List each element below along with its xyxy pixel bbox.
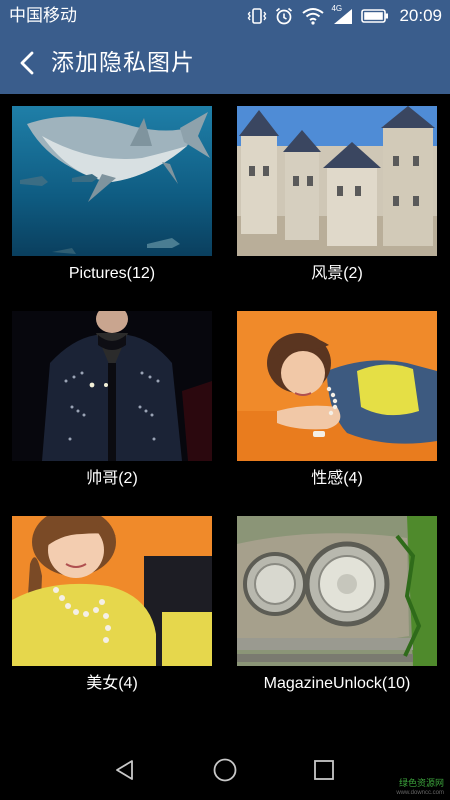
home-circle-icon: [213, 758, 237, 782]
album-label: MagazineUnlock(10): [263, 675, 411, 692]
page-title: 添加隐私图片: [51, 50, 195, 76]
album-thumbnail: [237, 516, 437, 666]
album-label: 风景(2): [311, 265, 363, 282]
carrier-name: 中国移动: [9, 6, 77, 26]
back-triangle-icon: [116, 760, 133, 780]
recents-square-icon: [314, 760, 334, 780]
nav-recents-button[interactable]: [306, 752, 342, 788]
wifi-icon: [301, 6, 325, 26]
alarm-icon: [274, 6, 294, 26]
nav-home-button[interactable]: [207, 752, 243, 788]
watermark-text: 绿色资源网: [398, 779, 444, 789]
watermark-url: www.downcc.com: [396, 790, 444, 796]
vibrate-icon: [247, 6, 267, 26]
app-header: 添加隐私图片: [0, 32, 450, 94]
battery-icon: [361, 8, 389, 24]
album-thumbnail: [12, 106, 212, 256]
album-label: 性感(4): [311, 470, 363, 487]
album-label: Pictures(12): [68, 265, 156, 282]
status-time: 20:09: [399, 6, 442, 25]
status-icons: 4G 20:09: [247, 0, 442, 32]
album-thumbnail: [12, 516, 212, 666]
nav-back-button[interactable]: [107, 752, 143, 788]
cellular-signal-icon: 4G: [331, 4, 354, 26]
watermark: 绿色资源网 www.downcc.com: [396, 779, 444, 797]
status-bar: 中国移动 4G 20:09: [0, 0, 450, 32]
network-type-label: 4G: [331, 4, 343, 13]
album-label: 帅哥(2): [86, 470, 138, 487]
screen: 中国移动 4G 20:09 添加隐私图片 Pictures(12) 风景(2) …: [0, 0, 450, 800]
album-thumbnail: [12, 311, 212, 461]
album-thumbnail: [237, 311, 437, 461]
back-button[interactable]: [8, 44, 46, 82]
album-thumbnail: [237, 106, 437, 256]
chevron-left-icon: [20, 51, 34, 75]
system-nav-bar: [0, 738, 450, 800]
album-label: 美女(4): [86, 675, 138, 692]
